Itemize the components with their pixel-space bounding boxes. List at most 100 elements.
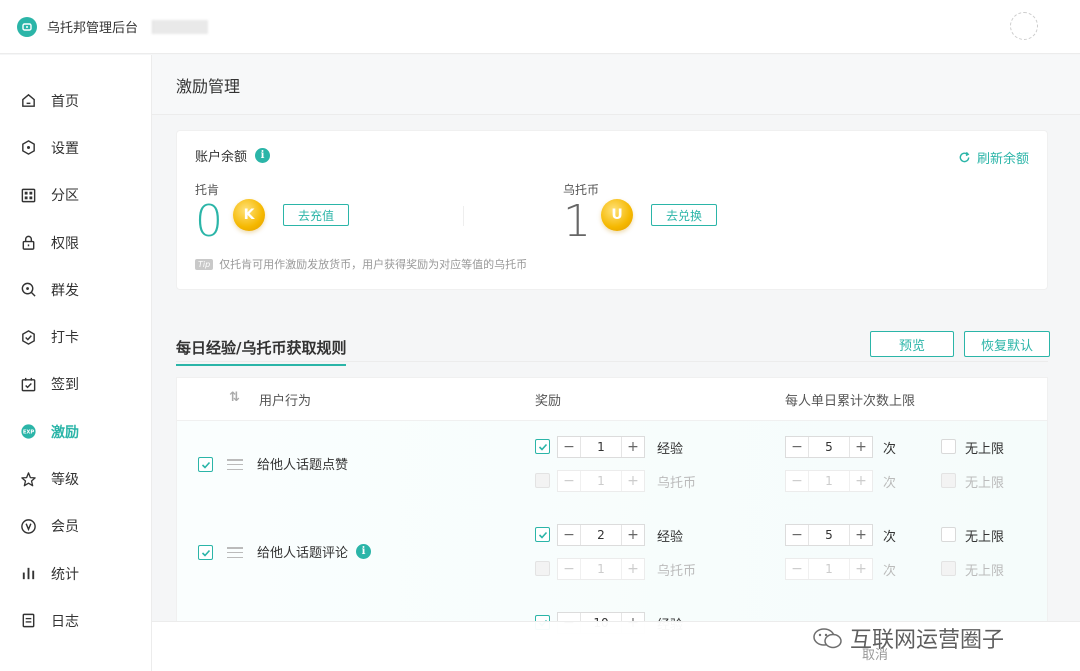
increment-button[interactable]: +: [622, 471, 644, 491]
sidebar-item-label: 会员: [51, 519, 79, 536]
info-icon[interactable]: i: [356, 544, 372, 559]
drag-handle-icon[interactable]: [227, 459, 243, 470]
increment-button[interactable]: +: [622, 437, 644, 457]
row-label: 给他人话题评论 i: [257, 542, 372, 561]
stepper-value[interactable]: 1: [580, 437, 622, 457]
sidebar-item-settings[interactable]: 设置: [0, 124, 151, 171]
toaken-coin-icon: K: [233, 199, 265, 231]
increment-button[interactable]: +: [850, 437, 872, 457]
sidebar-item-incentive[interactable]: EXP 激励: [0, 408, 151, 455]
sidebar-item-member[interactable]: 会员: [0, 503, 151, 550]
coin-limit-stepper[interactable]: −1 +: [785, 470, 873, 492]
account-balance-card: 账户余额 i 刷新余额 托肯 0 K 去充值 乌托币 1 U 去兑换 Tip 仅…: [176, 130, 1048, 290]
exp-reward-checkbox[interactable]: [535, 527, 550, 542]
utocoin-coin-icon: U: [601, 199, 633, 231]
increment-button[interactable]: +: [622, 525, 644, 545]
decrement-button[interactable]: −: [786, 471, 808, 491]
check-shield-icon: [19, 328, 37, 346]
account-balance-title: 账户余额 i: [195, 146, 271, 165]
sidebar-item-log[interactable]: 日志: [0, 597, 151, 644]
stepper-value[interactable]: 1: [580, 559, 622, 579]
exp-limit-stepper[interactable]: −5 +: [785, 524, 873, 546]
coin-unit: 乌托币: [657, 476, 697, 491]
svg-text:EXP: EXP: [22, 430, 34, 436]
coin-reward-checkbox[interactable]: [535, 561, 550, 576]
home-icon: [19, 92, 37, 110]
sidebar-item-permission[interactable]: 权限: [0, 219, 151, 266]
exp-reward-checkbox[interactable]: [535, 439, 550, 454]
main-content: 激励管理 账户余额 i 刷新余额 托肯 0 K 去充值 乌托币 1 U 去兑换: [152, 55, 1080, 671]
drag-handle-icon[interactable]: [227, 547, 243, 558]
limit-unit: 次: [883, 476, 897, 491]
bar-chart-icon: [19, 565, 37, 583]
column-header-limit: 每人单日累计次数上限: [785, 394, 916, 409]
no-limit-label: 无上限: [965, 442, 1005, 457]
sidebar-item-label: 分区: [51, 188, 79, 205]
increment-button[interactable]: +: [622, 559, 644, 579]
column-header-action: 用户行为: [259, 394, 312, 409]
cancel-button[interactable]: 取消: [862, 644, 888, 663]
row-label-text: 给他人话题评论: [257, 546, 349, 561]
decrement-button[interactable]: −: [558, 471, 580, 491]
star-icon: [19, 470, 37, 488]
sort-icon[interactable]: ⇅: [229, 390, 240, 405]
no-limit-checkbox[interactable]: [941, 561, 956, 576]
limit-unit: 次: [883, 564, 897, 579]
coin-unit: 乌托币: [657, 564, 697, 579]
decrement-button[interactable]: −: [786, 437, 808, 457]
sidebar-item-label: 权限: [51, 235, 79, 252]
exp-limit-stepper[interactable]: −5 +: [785, 436, 873, 458]
preview-button[interactable]: 预览: [870, 331, 954, 357]
decrement-button[interactable]: −: [558, 437, 580, 457]
stepper-value[interactable]: 1: [808, 559, 850, 579]
exp-reward-stepper[interactable]: −1 +: [557, 436, 645, 458]
sidebar-item-level[interactable]: 等级: [0, 455, 151, 502]
stepper-value[interactable]: 2: [580, 525, 622, 545]
row-enable-checkbox[interactable]: [198, 457, 213, 472]
limit-unit: 次: [883, 530, 897, 545]
row-label-text: 给他人话题点赞: [257, 458, 349, 473]
sidebar-item-stats[interactable]: 统计: [0, 550, 151, 597]
exchange-button[interactable]: 去兑换: [651, 204, 718, 226]
increment-button[interactable]: +: [850, 471, 872, 491]
sidebar-item-signin[interactable]: 签到: [0, 361, 151, 408]
divider: [463, 206, 464, 226]
decrement-button[interactable]: −: [558, 525, 580, 545]
decrement-button[interactable]: −: [558, 559, 580, 579]
increment-button[interactable]: +: [850, 525, 872, 545]
no-limit-label: 无上限: [965, 476, 1005, 491]
coin-reward-checkbox[interactable]: [535, 473, 550, 488]
sidebar-item-label: 签到: [51, 377, 79, 394]
coin-limit-stepper[interactable]: −1 +: [785, 558, 873, 580]
coin-reward-stepper[interactable]: −1 +: [557, 470, 645, 492]
row-enable-checkbox[interactable]: [198, 545, 213, 560]
decrement-button[interactable]: −: [786, 559, 808, 579]
sidebar-item-checkin-task[interactable]: 打卡: [0, 313, 151, 360]
sidebar-item-broadcast[interactable]: 群发: [0, 266, 151, 313]
recharge-button[interactable]: 去充值: [283, 204, 350, 226]
footer-action-bar: 互联网运营圈子 取消: [152, 621, 1080, 671]
coin-reward-stepper[interactable]: −1 +: [557, 558, 645, 580]
no-limit-checkbox[interactable]: [941, 527, 956, 542]
limit-unit: 次: [883, 442, 897, 457]
tip-badge: Tip: [195, 258, 214, 270]
refresh-balance-button[interactable]: 刷新余额: [958, 148, 1029, 167]
watermark: 互联网运营圈子: [812, 622, 1004, 654]
stepper-value[interactable]: 1: [580, 471, 622, 491]
avatar[interactable]: [1010, 12, 1038, 40]
sidebar-item-label: 等级: [51, 472, 79, 489]
no-limit-checkbox[interactable]: [941, 473, 956, 488]
no-limit-checkbox[interactable]: [941, 439, 956, 454]
stepper-value[interactable]: 5: [808, 525, 850, 545]
increment-button[interactable]: +: [850, 559, 872, 579]
sidebar-item-partition[interactable]: 分区: [0, 172, 151, 219]
stepper-value[interactable]: 1: [808, 471, 850, 491]
utocoin-value: 1: [563, 196, 591, 247]
stepper-value[interactable]: 5: [808, 437, 850, 457]
reset-default-button[interactable]: 恢复默认: [964, 331, 1050, 357]
decrement-button[interactable]: −: [786, 525, 808, 545]
exp-reward-stepper[interactable]: −2 +: [557, 524, 645, 546]
grid-icon: [19, 186, 37, 204]
sidebar-item-home[interactable]: 首页: [0, 77, 151, 124]
info-icon[interactable]: i: [255, 148, 271, 163]
